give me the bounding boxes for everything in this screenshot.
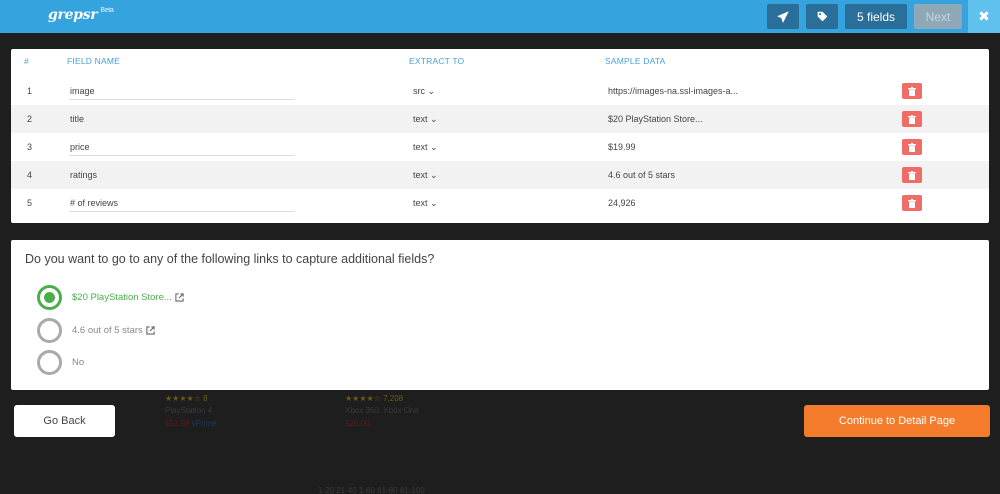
fields-table: # FIELD NAME EXTRACT TO SAMPLE DATA 1 im…: [11, 49, 989, 223]
go-back-button[interactable]: Go Back: [14, 405, 115, 437]
delete-field-button[interactable]: [902, 83, 922, 99]
table-row: 3 price text ⌄ $19.99: [11, 133, 989, 161]
radio-selected[interactable]: [37, 285, 62, 310]
table-row: 5 # of reviews text ⌄ 24,926: [11, 189, 989, 217]
chevron-down-icon: ⌄: [430, 142, 438, 152]
external-link-icon[interactable]: [175, 293, 184, 302]
header-sample-data: SAMPLE DATA: [605, 56, 666, 66]
extract-to-select[interactable]: text ⌄: [413, 170, 438, 181]
continue-to-detail-page-button[interactable]: Continue to Detail Page: [804, 405, 990, 437]
field-name-input[interactable]: image: [69, 83, 295, 100]
tag-icon: [817, 11, 827, 22]
sample-data: $19.99: [608, 142, 636, 152]
background-rating: ★★★★☆ 8: [165, 394, 208, 403]
field-name-input[interactable]: ratings: [69, 167, 295, 184]
send-button[interactable]: [767, 4, 799, 29]
field-name-input[interactable]: # of reviews: [69, 195, 295, 212]
delete-field-button[interactable]: [902, 167, 922, 183]
background-pagination: 1-20 21-40 1-60 61-80 81-100: [318, 486, 425, 494]
top-bar: grepsr Beta 5 fields Next ✖: [0, 0, 1000, 33]
background-item-name: PlayStation 4: [165, 406, 213, 415]
table-row: 4 ratings text ⌄ 4.6 out of 5 stars: [11, 161, 989, 189]
links-panel: Do you want to go to any of the followin…: [11, 240, 989, 390]
link-option-label: 4.6 out of 5 stars: [72, 325, 143, 336]
sample-data: $20 PlayStation Store...: [608, 114, 703, 124]
fields-count-button[interactable]: 5 fields: [845, 4, 907, 29]
field-name-input[interactable]: price: [69, 139, 295, 156]
table-row: 2 title text ⌄ $20 PlayStation Store...: [11, 105, 989, 133]
chevron-down-icon: ⌄: [430, 198, 438, 208]
links-question: Do you want to go to any of the followin…: [25, 252, 435, 266]
field-name-input[interactable]: title: [69, 111, 295, 128]
table-row: 1 image src ⌄ https://images-na.ssl-imag…: [11, 77, 989, 105]
row-number: 2: [27, 114, 33, 124]
trash-icon: [908, 198, 916, 208]
background-rating: ★★★★☆ 7,208: [345, 394, 404, 403]
extract-to-select[interactable]: src ⌄: [413, 86, 435, 97]
header-num: #: [24, 56, 29, 66]
external-link-icon[interactable]: [146, 326, 155, 335]
extract-to-select[interactable]: text ⌄: [413, 114, 438, 125]
row-number: 3: [27, 142, 33, 152]
row-number: 1: [27, 86, 33, 96]
link-option[interactable]: No: [37, 350, 84, 375]
background-item-name: Xbox 360, Xbox One: [345, 406, 419, 415]
paper-plane-icon: [777, 10, 789, 23]
trash-icon: [908, 170, 916, 180]
chevron-down-icon: ⌄: [430, 170, 438, 180]
link-option-label: $20 PlayStation Store...: [72, 292, 172, 303]
close-button[interactable]: ✖: [968, 0, 1000, 33]
background-item-price: $20.00: [345, 419, 370, 428]
header-field-name: FIELD NAME: [67, 56, 121, 66]
sample-data: https://images-na.ssl-images-a...: [608, 86, 739, 96]
trash-icon: [908, 86, 916, 96]
next-button[interactable]: Next: [914, 4, 962, 29]
delete-field-button[interactable]: [902, 111, 922, 127]
tag-button[interactable]: [806, 4, 838, 29]
extract-to-select[interactable]: text ⌄: [413, 142, 438, 153]
chevron-down-icon: ⌄: [427, 86, 436, 96]
radio-unselected[interactable]: [37, 318, 62, 343]
trash-icon: [908, 114, 916, 124]
extract-to-select[interactable]: text ⌄: [413, 198, 438, 209]
link-option-label: No: [72, 357, 85, 368]
background-item-price: $51.99 vPrime: [165, 419, 217, 428]
row-number: 4: [27, 170, 33, 180]
trash-icon: [908, 142, 916, 152]
sample-data: 4.6 out of 5 stars: [608, 170, 676, 180]
header-extract-to: EXTRACT TO: [409, 56, 465, 66]
chevron-down-icon: ⌄: [430, 114, 438, 124]
grepsr-logo: grepsr Beta: [48, 7, 114, 23]
beta-badge: Beta: [100, 7, 114, 14]
link-option[interactable]: 4.6 out of 5 stars: [37, 318, 155, 343]
radio-unselected[interactable]: [37, 350, 62, 375]
row-number: 5: [27, 198, 33, 208]
sample-data: 24,926: [608, 198, 636, 208]
delete-field-button[interactable]: [902, 139, 922, 155]
delete-field-button[interactable]: [902, 195, 922, 211]
close-icon: ✖: [978, 8, 990, 24]
link-option[interactable]: $20 PlayStation Store...: [37, 285, 184, 310]
